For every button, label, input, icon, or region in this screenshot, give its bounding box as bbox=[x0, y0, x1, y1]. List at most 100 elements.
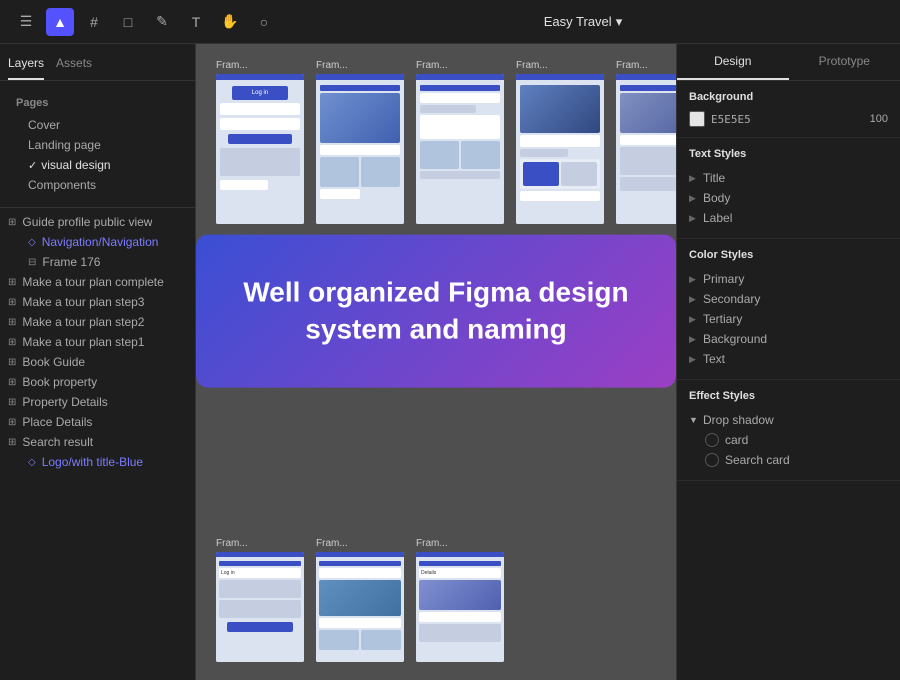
color-style-text[interactable]: ▶ Text bbox=[689, 349, 888, 369]
layer-navigation[interactable]: ◇ Navigation/Navigation bbox=[0, 232, 195, 252]
project-name-label: Easy Travel bbox=[544, 14, 612, 29]
text-styles-title: Text Styles bbox=[689, 148, 888, 160]
right-panel: Design Prototype Background E5E5E5 100 T… bbox=[676, 44, 900, 680]
layer-search-result[interactable]: ⊞ Search result bbox=[0, 432, 195, 452]
grid-icon-3: ⊞ bbox=[8, 297, 16, 308]
effect-styles-title: Effect Styles bbox=[689, 390, 888, 402]
arrow-icon-4: ▶ bbox=[689, 274, 699, 285]
layer-tour-step3[interactable]: ⊞ Make a tour plan step3 bbox=[0, 292, 195, 312]
bg-color-swatch[interactable] bbox=[689, 111, 705, 127]
pen-tool-icon[interactable]: ✎ bbox=[148, 8, 176, 36]
design-tab[interactable]: Design bbox=[677, 44, 789, 80]
layer-tour-complete[interactable]: ⊞ Make a tour plan complete bbox=[0, 272, 195, 292]
text-style-label[interactable]: ▶ Label bbox=[689, 208, 888, 228]
diamond-icon: ◇ bbox=[28, 237, 36, 248]
grid-icon-2: ⊞ bbox=[8, 277, 16, 288]
frame-bottom-details[interactable]: Fram... Details bbox=[416, 538, 504, 662]
frame-tool-icon[interactable]: # bbox=[80, 8, 108, 36]
effect-search-card[interactable]: Search card bbox=[689, 450, 888, 470]
layer-guide-profile[interactable]: ⊞ Guide profile public view bbox=[0, 212, 195, 232]
frame-login[interactable]: Fram... Log in bbox=[216, 60, 304, 224]
grid-icon-6: ⊞ bbox=[8, 357, 16, 368]
overlay-banner: Well organized Figma design system and n… bbox=[196, 235, 676, 388]
prototype-tab[interactable]: Prototype bbox=[789, 44, 900, 80]
left-panel: Layers Assets Pages Cover Landing page ✓… bbox=[0, 44, 196, 680]
layer-place-details[interactable]: ⊞ Place Details bbox=[0, 412, 195, 432]
arrow-icon-9: ▼ bbox=[689, 415, 699, 425]
text-tool-icon[interactable]: T bbox=[182, 8, 210, 36]
grid-icon-10: ⊞ bbox=[8, 437, 16, 448]
frame-home[interactable]: Fram... bbox=[316, 60, 404, 224]
layer-book-property[interactable]: ⊞ Book property bbox=[0, 372, 195, 392]
layer-tour-step2[interactable]: ⊞ Make a tour plan step2 bbox=[0, 312, 195, 332]
hand-tool-icon[interactable]: ✋ bbox=[216, 8, 244, 36]
grid-icon-4: ⊞ bbox=[8, 317, 16, 328]
check-icon: ✓ bbox=[28, 159, 37, 172]
page-visual-design[interactable]: ✓ visual design bbox=[8, 155, 187, 175]
overlay-text: Well organized Figma design system and n… bbox=[226, 275, 646, 348]
background-title: Background bbox=[689, 91, 888, 103]
arrow-icon-8: ▶ bbox=[689, 354, 699, 365]
color-styles-section: Color Styles ▶ Primary ▶ Secondary ▶ Ter… bbox=[677, 239, 900, 380]
effect-circle-2 bbox=[705, 453, 719, 467]
divider bbox=[0, 207, 195, 208]
canvas-area[interactable]: Fram... Log in bbox=[196, 44, 676, 680]
shape-tool-icon[interactable]: □ bbox=[114, 8, 142, 36]
toolbar: ☰ ▲ # □ ✎ T ✋ ○ Easy Travel ▾ bbox=[0, 0, 900, 44]
grid-icon-5: ⊞ bbox=[8, 337, 16, 348]
text-style-body[interactable]: ▶ Body bbox=[689, 188, 888, 208]
frame-search-result[interactable]: Fram... bbox=[416, 60, 504, 224]
grid-icon-9: ⊞ bbox=[8, 417, 16, 428]
arrow-icon-5: ▶ bbox=[689, 294, 699, 305]
arrow-icon-7: ▶ bbox=[689, 334, 699, 345]
bg-color-value: E5E5E5 bbox=[711, 113, 751, 126]
layers-tab[interactable]: Layers bbox=[8, 52, 44, 80]
layer-property-details[interactable]: ⊞ Property Details bbox=[0, 392, 195, 412]
comment-tool-icon[interactable]: ○ bbox=[250, 8, 278, 36]
color-styles-title: Color Styles bbox=[689, 249, 888, 261]
color-style-background[interactable]: ▶ Background bbox=[689, 329, 888, 349]
panel-tabs: Layers Assets bbox=[0, 44, 195, 81]
frame-bottom-bookings[interactable]: Fram... bbox=[316, 538, 404, 662]
effect-circle-1 bbox=[705, 433, 719, 447]
color-style-primary[interactable]: ▶ Primary bbox=[689, 269, 888, 289]
grid-icon-8: ⊞ bbox=[8, 397, 16, 408]
arrow-icon-1: ▶ bbox=[689, 173, 699, 184]
layer-book-guide[interactable]: ⊞ Book Guide bbox=[0, 352, 195, 372]
pages-section: Pages Cover Landing page ✓ visual design… bbox=[0, 89, 195, 203]
project-name[interactable]: Easy Travel ▾ bbox=[544, 14, 622, 30]
diamond-icon-2: ◇ bbox=[28, 457, 36, 468]
text-styles-section: Text Styles ▶ Title ▶ Body ▶ Label bbox=[677, 138, 900, 239]
background-section: Background E5E5E5 100 bbox=[677, 81, 900, 138]
toolbar-center: Easy Travel ▾ bbox=[286, 14, 880, 30]
arrow-icon-6: ▶ bbox=[689, 314, 699, 325]
canvas-bg: Fram... Log in bbox=[196, 44, 676, 680]
right-panel-tabs: Design Prototype bbox=[677, 44, 900, 81]
pages-label: Pages bbox=[8, 93, 187, 113]
color-style-tertiary[interactable]: ▶ Tertiary bbox=[689, 309, 888, 329]
arrow-icon-3: ▶ bbox=[689, 213, 699, 224]
layer-tour-step1[interactable]: ⊞ Make a tour plan step1 bbox=[0, 332, 195, 352]
bg-row: E5E5E5 100 bbox=[689, 111, 888, 127]
color-style-secondary[interactable]: ▶ Secondary bbox=[689, 289, 888, 309]
page-components[interactable]: Components bbox=[8, 175, 187, 195]
project-dropdown-icon: ▾ bbox=[616, 14, 623, 30]
move-tool-icon[interactable]: ▲ bbox=[46, 8, 74, 36]
bg-opacity: 100 bbox=[870, 113, 888, 125]
page-cover[interactable]: Cover bbox=[8, 115, 187, 135]
layer-logo[interactable]: ◇ Logo/with title-Blue bbox=[0, 452, 195, 472]
layer-frame176[interactable]: ⊟ Frame 176 bbox=[0, 252, 195, 272]
bottom-frames-row: Fram... Log in Fram... bbox=[196, 522, 676, 670]
frame-place-details[interactable]: Fram... bbox=[516, 60, 604, 224]
table-icon: ⊟ bbox=[28, 257, 36, 268]
effect-drop-shadow-group[interactable]: ▼ Drop shadow bbox=[689, 410, 888, 430]
effect-card[interactable]: card bbox=[689, 430, 888, 450]
frame-property[interactable]: Fram... bbox=[616, 60, 676, 224]
menu-icon[interactable]: ☰ bbox=[12, 8, 40, 36]
page-landing[interactable]: Landing page bbox=[8, 135, 187, 155]
frame-bottom-login[interactable]: Fram... Log in bbox=[216, 538, 304, 662]
assets-tab[interactable]: Assets bbox=[56, 52, 92, 80]
grid-icon: ⊞ bbox=[8, 217, 16, 228]
main-layout: Layers Assets Pages Cover Landing page ✓… bbox=[0, 44, 900, 680]
text-style-title[interactable]: ▶ Title bbox=[689, 168, 888, 188]
